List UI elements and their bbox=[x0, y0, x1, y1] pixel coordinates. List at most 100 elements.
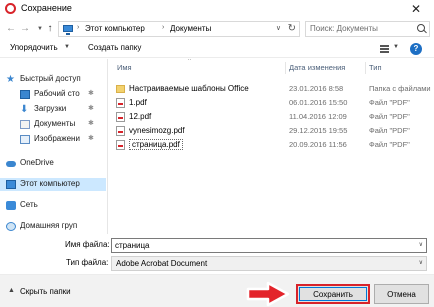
sidebar-item-network[interactable]: Сеть bbox=[6, 199, 106, 212]
sidebar-item-documents[interactable]: Документы ✱ bbox=[20, 118, 106, 131]
chevron-down-icon[interactable]: ∨ bbox=[419, 241, 423, 248]
file-list: ^ Имя Дата изменения Тип Настраиваемые ш… bbox=[109, 59, 434, 234]
file-type: Файл "PDF" bbox=[369, 112, 410, 121]
close-icon[interactable]: ✕ bbox=[402, 0, 430, 18]
column-divider[interactable] bbox=[285, 62, 286, 74]
sidebar-item-onedrive[interactable]: OneDrive bbox=[6, 157, 106, 170]
pin-icon: ✱ bbox=[88, 90, 94, 97]
filename-label: Имя файла: bbox=[65, 240, 110, 249]
sidebar-item-label: Быстрый доступ bbox=[20, 74, 81, 83]
view-options-icon[interactable] bbox=[380, 45, 389, 53]
pdf-file-icon bbox=[116, 140, 125, 150]
sidebar-item-this-pc[interactable]: Этот компьютер bbox=[0, 178, 106, 191]
save-button[interactable]: Сохранить bbox=[296, 284, 370, 304]
red-arrow-icon bbox=[246, 281, 290, 307]
star-icon: ★ bbox=[6, 74, 15, 85]
sidebar-item-label: Документы bbox=[34, 119, 76, 128]
file-name: страница.pdf bbox=[129, 139, 183, 150]
file-row[interactable]: 12.pdf 11.04.2016 12:09 Файл "PDF" bbox=[109, 110, 434, 123]
hide-folders-button[interactable]: Скрыть папки bbox=[20, 287, 71, 296]
window-title: Сохранение bbox=[21, 3, 72, 13]
pin-icon: ✱ bbox=[88, 135, 94, 142]
network-icon bbox=[6, 201, 16, 210]
file-date: 20.09.2016 11:56 bbox=[289, 140, 347, 149]
command-toolbar: Упорядочить ▼ Создать папку ▼ ? bbox=[0, 40, 434, 58]
file-row[interactable]: 1.pdf 06.01.2016 15:50 Файл "PDF" bbox=[109, 96, 434, 109]
filetype-label: Тип файла: bbox=[66, 258, 109, 267]
pin-icon: ✱ bbox=[88, 120, 94, 127]
filename-field[interactable]: ∨ bbox=[111, 238, 427, 253]
navigation-pane: ★ Быстрый доступ Рабочий сто ✱ ⬇ Загрузк… bbox=[0, 59, 108, 234]
sidebar-item-label: Изображени bbox=[34, 134, 80, 143]
up-arrow-icon[interactable]: ↑ bbox=[44, 22, 56, 36]
file-row[interactable]: vynesimozg.pdf 29.12.2015 19:55 Файл "PD… bbox=[109, 124, 434, 137]
file-name: 12.pdf bbox=[129, 112, 152, 121]
sidebar-item-desktop[interactable]: Рабочий сто ✱ bbox=[20, 88, 106, 101]
forward-arrow-icon[interactable]: → bbox=[19, 22, 31, 36]
sidebar-item-label: Загрузки bbox=[34, 104, 67, 113]
sidebar-item-homegroup[interactable]: Домашняя груп bbox=[6, 220, 106, 233]
pictures-icon bbox=[20, 135, 30, 144]
pin-icon: ✱ bbox=[88, 105, 94, 112]
column-header-name[interactable]: Имя bbox=[117, 63, 132, 72]
sidebar-item-pictures[interactable]: Изображени ✱ bbox=[20, 133, 106, 146]
address-bar[interactable]: › Этот компьютер › Документы ∨ ↻ bbox=[58, 21, 300, 37]
sort-ascending-icon: ^ bbox=[188, 59, 191, 64]
column-divider[interactable] bbox=[365, 62, 366, 74]
file-date: 11.04.2016 12:09 bbox=[289, 112, 347, 121]
documents-icon bbox=[20, 120, 30, 129]
sidebar-item-label: Сеть bbox=[20, 200, 38, 209]
pdf-file-icon bbox=[116, 126, 125, 136]
breadcrumb-this-pc[interactable]: Этот компьютер bbox=[85, 24, 145, 33]
file-name: 1.pdf bbox=[129, 98, 147, 107]
file-date: 06.01.2016 15:50 bbox=[289, 98, 348, 107]
file-name: vynesimozg.pdf bbox=[129, 126, 185, 135]
chevron-up-icon[interactable]: ▲ bbox=[8, 287, 15, 294]
new-folder-button[interactable]: Создать папку bbox=[88, 43, 141, 52]
search-placeholder: Поиск: Документы bbox=[310, 24, 378, 33]
pdf-file-icon bbox=[116, 98, 125, 108]
filetype-select[interactable]: Adobe Acrobat Document ∨ bbox=[111, 256, 427, 271]
opera-icon bbox=[5, 3, 16, 14]
title-bar: Сохранение ✕ bbox=[0, 0, 434, 18]
chevron-down-icon[interactable]: ∨ bbox=[276, 24, 281, 32]
search-icon bbox=[417, 24, 425, 32]
cancel-button[interactable]: Отмена bbox=[374, 284, 429, 304]
sidebar-item-quick-access[interactable]: ★ Быстрый доступ bbox=[6, 73, 106, 86]
organize-button[interactable]: Упорядочить bbox=[10, 43, 58, 52]
computer-icon bbox=[63, 25, 73, 35]
file-date: 29.12.2015 19:55 bbox=[289, 126, 348, 135]
column-header-type[interactable]: Тип bbox=[369, 63, 382, 72]
column-headers: ^ Имя Дата изменения Тип bbox=[109, 59, 434, 74]
download-icon: ⬇ bbox=[20, 104, 29, 115]
onedrive-icon bbox=[6, 161, 16, 167]
file-row[interactable]: страница.pdf 20.09.2016 11:56 Файл "PDF" bbox=[109, 138, 434, 151]
dialog-footer: ▲ Скрыть папки Сохранить Отмена bbox=[0, 274, 434, 307]
homegroup-icon bbox=[6, 222, 16, 231]
sidebar-item-label: Домашняя груп bbox=[20, 221, 78, 230]
column-header-date[interactable]: Дата изменения bbox=[289, 63, 345, 72]
breadcrumb-separator-icon: › bbox=[77, 24, 80, 31]
file-name: Настраиваемые шаблоны Office bbox=[129, 84, 249, 93]
file-type: Файл "PDF" bbox=[369, 98, 410, 107]
search-input[interactable]: Поиск: Документы bbox=[305, 21, 430, 37]
back-arrow-icon[interactable]: ← bbox=[5, 22, 17, 36]
chevron-down-icon[interactable]: ∨ bbox=[419, 259, 423, 266]
computer-icon bbox=[6, 180, 16, 189]
breadcrumb-documents[interactable]: Документы bbox=[170, 24, 211, 33]
sidebar-item-downloads[interactable]: ⬇ Загрузки ✱ bbox=[20, 103, 106, 116]
filename-input[interactable] bbox=[112, 239, 402, 252]
refresh-icon[interactable]: ↻ bbox=[288, 23, 296, 34]
file-date: 23.01.2016 8:58 bbox=[289, 84, 344, 93]
filetype-value: Adobe Acrobat Document bbox=[116, 259, 208, 268]
address-bar-row: ← → ▼ ↑ › Этот компьютер › Документы ∨ ↻… bbox=[0, 18, 434, 40]
pdf-file-icon bbox=[116, 112, 125, 122]
chevron-down-icon[interactable]: ▼ bbox=[64, 44, 70, 50]
chevron-down-icon[interactable]: ▼ bbox=[393, 44, 399, 50]
file-type: Файл "PDF" bbox=[369, 126, 410, 135]
help-icon[interactable]: ? bbox=[410, 43, 422, 55]
file-type: Файл "PDF" bbox=[369, 140, 410, 149]
file-row[interactable]: Настраиваемые шаблоны Office 23.01.2016 … bbox=[109, 82, 434, 95]
save-options: Имя файла: ∨ Тип файла: Adobe Acrobat Do… bbox=[0, 234, 434, 274]
sidebar-item-label: OneDrive bbox=[20, 158, 54, 167]
